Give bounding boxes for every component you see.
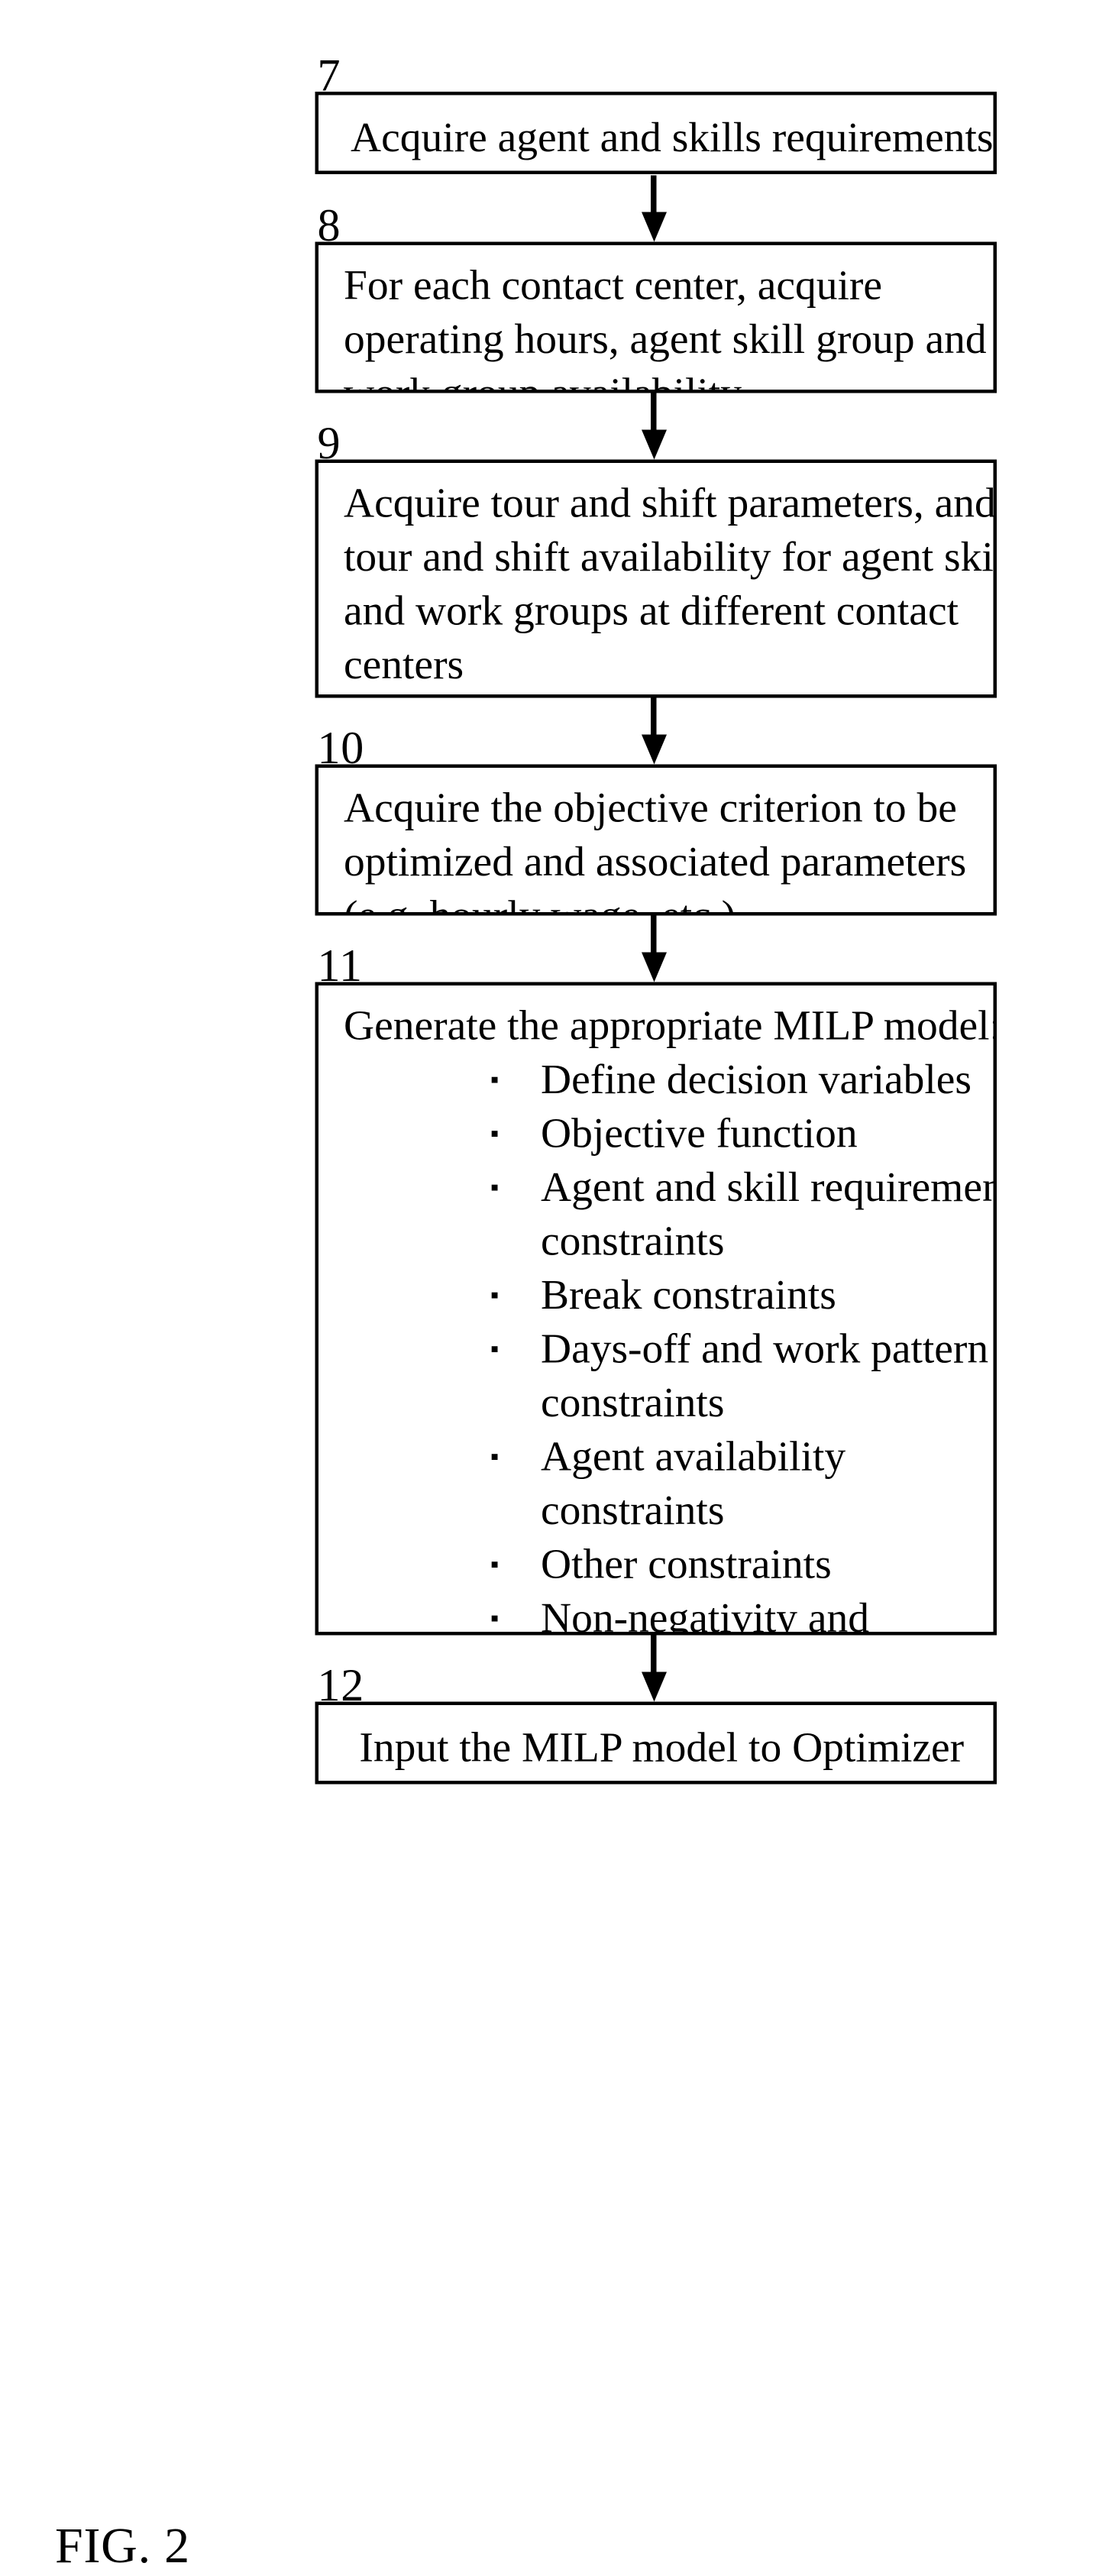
box-8-line-2: operating hours, agent skill group and [344,316,987,364]
arrow-7-to-8 [642,175,667,242]
flow-step-8: 8 For each contact center, acquire opera… [315,202,997,393]
flow-step-9: 9 Acquire tour and shift parameters, and… [315,420,997,698]
list-item: ▪ Non-negativity and [344,1592,973,1636]
list-item-label: Days-off and work pattern [541,1325,989,1374]
process-box-9: Acquire tour and shift parameters, and t… [315,459,997,698]
milp-model-bullet-list: ▪ Define decision variables ▪ Objective … [344,1053,994,1636]
box-9-line-4: centers [344,642,464,689]
list-item-label: constraints [541,1487,725,1535]
box-10-line-3: (e.g. hourly wage, etc.) [344,889,973,913]
list-item-label: Define decision variables [541,1057,972,1104]
flow-step-7: 7 Acquire agent and skills requirements [315,52,997,174]
arrow-8-to-9 [642,393,667,460]
square-bullet-icon: ▪ [490,1604,500,1632]
process-box-7: Acquire agent and skills requirements [315,92,997,174]
list-item-label: Agent availability [541,1433,846,1481]
box-8-line-3: work group availability [344,367,973,390]
list-item: ▪ Break constraints [344,1269,973,1323]
flow-step-11: 11 Generate the appropriate MILP model: … [315,943,997,1636]
list-item-label: Objective function [541,1110,858,1158]
square-bullet-icon: ▪ [490,1066,500,1093]
box-9-line-1: Acquire tour and shift parameters, and [344,480,996,528]
box-7-line-1: Acquire agent and skills requirements [351,115,994,162]
square-bullet-icon: ▪ [490,1119,500,1147]
process-box-12: Input the MILP model to Optimizer [315,1701,997,1785]
flowchart-figure: 7 Acquire agent and skills requirements … [0,0,1109,2574]
list-item: ▪ Other constraints [344,1538,973,1592]
arrow-11-to-12 [642,1635,667,1702]
list-item: ▪ Define decision variables [344,1053,973,1108]
square-bullet-icon: ▪ [490,1335,500,1363]
flow-step-10: 10 Acquire the objective criterion to be… [315,725,997,916]
list-item-label: Agent and skill requirement [541,1164,997,1212]
square-bullet-icon: ▪ [490,1442,500,1471]
list-item-label: Break constraints [541,1272,836,1319]
box-9-line-3: and work groups at different contact [344,587,959,636]
list-item: ▪ Agent availability [344,1430,973,1484]
list-item-continuation: constraints [344,1484,973,1539]
list-item: ▪ Agent and skill requirement [344,1161,994,1215]
box-10-line-1: Acquire the objective criterion to be [344,785,957,833]
box-8-line-1: For each contact center, acquire [344,262,882,310]
list-item: ▪ Days-off and work pattern [344,1322,988,1377]
list-item-label: Non-negativity and [541,1595,870,1636]
list-item-continuation: constraints [344,1377,973,1431]
list-item-continuation: constraints [344,1215,973,1269]
figure-caption: FIG. 2 [55,2517,190,2574]
arrow-10-to-11 [642,915,667,982]
process-box-8: For each contact center, acquire operati… [315,241,997,393]
list-item-label: constraints [541,1380,725,1427]
list-item-label: Other constraints [541,1541,832,1589]
box-11-heading: Generate the appropriate MILP model: [344,1002,997,1050]
box-9-line-2: tour and shift availability for agent sk… [344,534,997,581]
arrow-9-to-10 [642,697,667,765]
square-bullet-icon: ▪ [490,1173,500,1201]
square-bullet-icon: ▪ [490,1281,500,1309]
square-bullet-icon: ▪ [490,1550,500,1578]
list-item-label: constraints [541,1218,725,1266]
box-10-line-2: optimized and associated parameters [344,839,967,886]
flow-step-12: 12 Input the MILP model to Optimizer [315,1662,997,1785]
list-item: ▪ Objective function [344,1107,973,1161]
process-box-11: Generate the appropriate MILP model: ▪ D… [315,982,997,1636]
box-12-line-1: Input the MILP model to Optimizer [359,1724,965,1772]
process-box-10: Acquire the objective criterion to be op… [315,764,997,916]
